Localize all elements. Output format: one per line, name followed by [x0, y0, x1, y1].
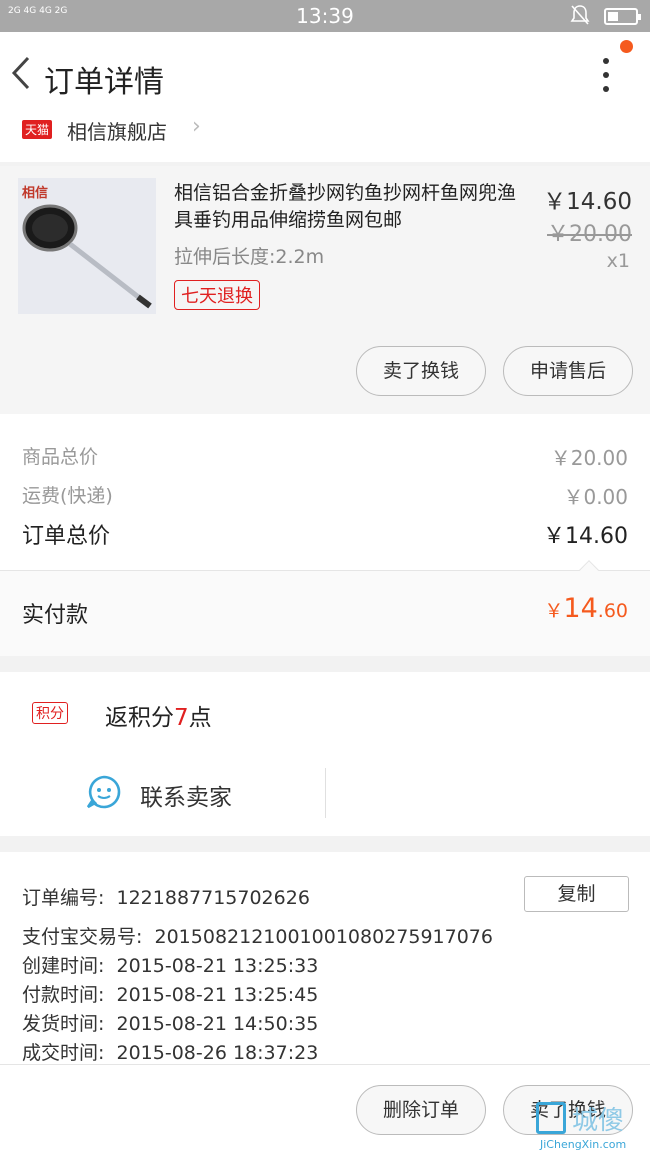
product-card[interactable]: 相信 相信铝合金折叠抄网钓鱼抄网杆鱼网兜渔具垂钓用品伸缩捞鱼网包邮 拉伸后长度:… [0, 166, 650, 414]
chat-bubble-icon[interactable] [86, 774, 122, 810]
order-info: 订单编号: 1221887715702626 复制 支付宝交易号: 201508… [0, 852, 650, 1064]
back-icon[interactable] [8, 52, 38, 92]
product-spec: 拉伸后长度:2.2m [174, 246, 325, 268]
contact-seller-button[interactable]: 联系卖家 [140, 778, 232, 812]
shipping-label: 运费(快递) [22, 485, 113, 507]
paid-amount-row: 实付款 ￥14.60 [0, 560, 650, 656]
clock: 13:39 [296, 4, 354, 28]
product-image[interactable]: 相信 [18, 178, 156, 314]
product-original-price: ￥20.00 [547, 222, 632, 247]
paid-time: 2015-08-21 13:25:45 [116, 984, 319, 1006]
watermark-url: JiChengXin.com [540, 1138, 627, 1151]
status-bar: 2G 4G 4G 2G 13:39 [0, 0, 650, 32]
battery-icon [604, 8, 641, 25]
delete-order-button[interactable]: 删除订单 [356, 1085, 486, 1135]
return-policy-tag: 七天退换 [174, 280, 260, 310]
divider [325, 768, 326, 818]
after-sale-button[interactable]: 申请售后 [503, 346, 633, 396]
alipay-number: 2015082121001001080275917076 [154, 926, 493, 948]
copy-button[interactable]: 复制 [524, 876, 629, 912]
shop-row[interactable]: 天猫 相信旗舰店 › [0, 110, 650, 162]
tmall-badge: 天猫 [22, 120, 53, 139]
product-image-logo: 相信 [22, 186, 49, 201]
shipped-time: 2015-08-21 14:50:35 [116, 1013, 319, 1035]
header: 订单详情 [0, 32, 650, 120]
goods-total-label: 商品总价 [22, 446, 99, 468]
page-title: 订单详情 [44, 65, 164, 100]
resell-button[interactable]: 卖了换钱 [356, 346, 486, 396]
watermark-text: 城傻 [572, 1106, 625, 1136]
muted-bell-icon [570, 4, 590, 31]
done-time: 2015-08-26 18:37:23 [116, 1042, 319, 1064]
paid-time-line: 付款时间: 2015-08-21 13:25:45 [22, 984, 319, 1006]
order-total-value: ￥14.60 [543, 524, 628, 549]
shipped-time-line: 发货时间: 2015-08-21 14:50:35 [22, 1013, 319, 1035]
done-time-line: 成交时间: 2015-08-26 18:37:23 [22, 1042, 319, 1064]
notification-dot [620, 40, 633, 53]
paid-label: 实付款 [22, 603, 89, 628]
points-row: 积分 返积分7点 [0, 672, 650, 752]
watermark: 城傻 JiChengXin.com [534, 1098, 650, 1155]
watermark-logo-icon [536, 1102, 566, 1134]
product-title[interactable]: 相信铝合金折叠抄网钓鱼抄网杆鱼网兜渔具垂钓用品伸缩捞鱼网包邮 [174, 180, 526, 234]
contact-row: 联系卖家 [0, 752, 650, 836]
product-quantity: x1 [606, 250, 630, 272]
shipping-value: ￥0.00 [563, 485, 628, 509]
created-time: 2015-08-21 13:25:33 [116, 955, 319, 977]
order-number: 1221887715702626 [116, 887, 310, 909]
points-text: 返积分7点 [105, 705, 212, 731]
chevron-right-icon: › [192, 114, 201, 139]
order-number-line: 订单编号: 1221887715702626 [22, 887, 310, 909]
more-menu-icon[interactable] [596, 58, 616, 94]
paid-value: ￥14.60 [544, 593, 628, 624]
created-time-line: 创建时间: 2015-08-21 13:25:33 [22, 955, 319, 977]
product-price: ￥14.60 [543, 189, 632, 215]
price-summary: 商品总价 ￥20.00 运费(快递) ￥0.00 订单总价 ￥14.60 [0, 414, 650, 570]
shop-name: 相信旗舰店 [67, 120, 167, 144]
points-badge: 积分 [32, 702, 68, 724]
alipay-number-line: 支付宝交易号: 2015082121001001080275917076 [22, 926, 493, 948]
order-total-label: 订单总价 [22, 524, 111, 549]
goods-total-value: ￥20.00 [550, 446, 628, 470]
